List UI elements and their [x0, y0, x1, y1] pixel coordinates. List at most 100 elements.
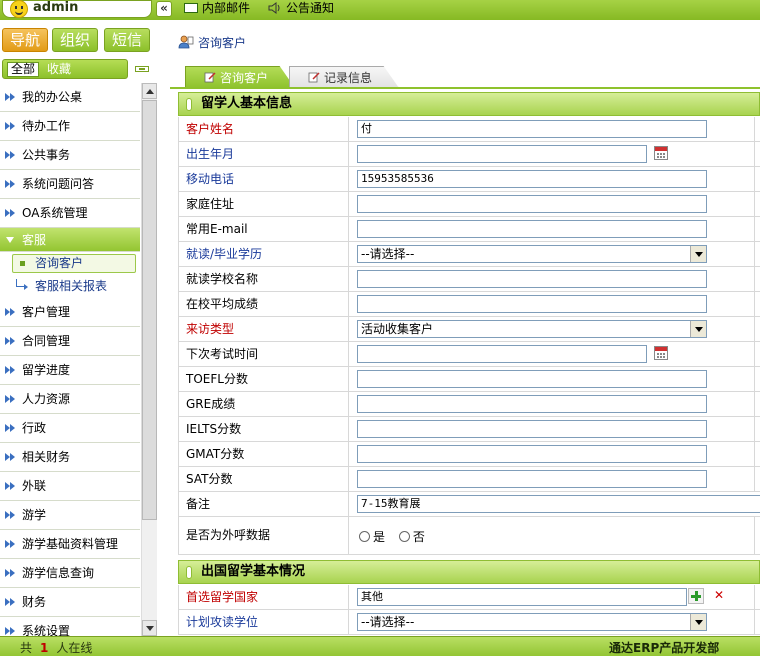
- field-label: 在校平均成绩: [179, 292, 349, 316]
- sidebar-item-study-tour-basics[interactable]: 游学基础资料管理: [0, 530, 140, 559]
- education-select[interactable]: --请选择--: [357, 245, 707, 263]
- online-number: 1: [40, 641, 49, 655]
- degree-select[interactable]: --请选择--: [357, 613, 707, 631]
- row-extra: [756, 167, 760, 191]
- sidebar-item-admin[interactable]: 行政: [0, 414, 140, 443]
- row-extra: [756, 217, 760, 241]
- sidebar-item-label: 游学信息查询: [22, 566, 95, 580]
- chevron-down-icon[interactable]: [690, 246, 706, 262]
- sidebar-item-my-desk[interactable]: 我的办公桌: [0, 83, 140, 112]
- field-label: GRE成绩: [179, 392, 349, 416]
- field-value-cell: 活动收集客户: [350, 317, 755, 341]
- speaker-icon: [268, 1, 280, 14]
- remark-input[interactable]: 7-15教育展: [357, 495, 760, 513]
- section-title: 出国留学基本情况: [201, 564, 306, 579]
- filter-all-button[interactable]: 全部: [7, 62, 40, 77]
- school-input[interactable]: [357, 270, 707, 288]
- mobile-input[interactable]: 15953585536: [357, 170, 707, 188]
- sidebar-scrollbar[interactable]: [141, 83, 157, 636]
- row-remark: 备注 7-15教育展: [178, 492, 760, 517]
- gpa-input[interactable]: [357, 295, 707, 313]
- field-label: 出生年月: [179, 142, 349, 166]
- sidebar-item-label: 人力资源: [22, 392, 71, 406]
- calendar-icon[interactable]: [654, 346, 668, 360]
- calendar-icon[interactable]: [654, 146, 668, 160]
- row-country: 首选留学国家 其他 ✕: [178, 585, 760, 610]
- collapse-sidebar-button[interactable]: «: [156, 1, 172, 17]
- field-label: 下次考试时间: [179, 342, 349, 366]
- row-extra: [756, 267, 760, 291]
- scroll-down-icon[interactable]: [142, 620, 157, 636]
- chevron-down-icon[interactable]: [690, 321, 706, 337]
- radio-yes[interactable]: [359, 531, 370, 542]
- tab-nav[interactable]: 导航: [2, 28, 48, 52]
- row-email: 常用E-mail: [178, 217, 760, 242]
- sidebar-item-finance-related[interactable]: 相关财务: [0, 443, 140, 472]
- tab-record-info[interactable]: 记录信息: [289, 66, 399, 88]
- field-value-cell: --请选择--: [350, 610, 755, 634]
- user-box[interactable]: admin: [2, 0, 152, 18]
- customer-name-input[interactable]: 付: [357, 120, 707, 138]
- sat-input[interactable]: [357, 470, 707, 488]
- sidebar-item-study-progress[interactable]: 留学进度: [0, 356, 140, 385]
- sidebar-item-oa-admin[interactable]: OA系统管理: [0, 199, 140, 228]
- notice-link[interactable]: 公告通知: [268, 0, 334, 18]
- row-next-exam: 下次考试时间: [178, 342, 760, 367]
- row-sat: SAT分数: [178, 467, 760, 492]
- sidebar-item-label: 游学: [22, 508, 47, 522]
- field-value-cell: [350, 417, 755, 441]
- sidebar-item-study-tour-query[interactable]: 游学信息查询: [0, 559, 140, 588]
- toefl-input[interactable]: [357, 370, 707, 388]
- sidebar-item-finance[interactable]: 财务: [0, 588, 140, 617]
- sidebar-item-label: 外联: [22, 479, 47, 493]
- sidebar-item-study-tour[interactable]: 游学: [0, 501, 140, 530]
- double-arrow-icon: [5, 122, 15, 131]
- field-value-cell: [350, 367, 755, 391]
- sidebar-item-label: 相关财务: [22, 450, 71, 464]
- ielts-input[interactable]: [357, 420, 707, 438]
- filter-favorites-button[interactable]: 收藏: [47, 62, 71, 76]
- radio-no[interactable]: [398, 531, 410, 542]
- gmat-input[interactable]: [357, 445, 707, 463]
- minus-icon[interactable]: [135, 66, 149, 72]
- sidebar-item-public-affairs[interactable]: 公共事务: [0, 141, 140, 170]
- double-arrow-icon: [5, 424, 15, 433]
- sidebar-subitem-consult-customer[interactable]: 咨询客户: [0, 252, 140, 275]
- tab-sms[interactable]: 短信: [104, 28, 150, 52]
- chevron-down-icon[interactable]: [690, 614, 706, 630]
- field-label: 来访类型: [179, 317, 349, 341]
- sidebar-item-liaison[interactable]: 外联: [0, 472, 140, 501]
- status-bar: 共 1 人在线 通达ERP产品开发部: [0, 636, 760, 656]
- select-value: --请选择--: [361, 615, 415, 629]
- field-value-cell: --请选择--: [350, 242, 755, 266]
- abroad-info-form: 首选留学国家 其他 ✕ 计划攻读学位 --请选择--: [178, 585, 760, 635]
- tab-consult-customer[interactable]: 咨询客户: [185, 66, 295, 88]
- basic-info-form: 客户姓名 付 出生年月 移动电话 15953585536 家庭住址 常用E-ma…: [178, 117, 760, 555]
- sidebar-item-hr[interactable]: 人力资源: [0, 385, 140, 414]
- internal-mail-link[interactable]: 内部邮件: [184, 0, 250, 18]
- birth-date-input[interactable]: [357, 145, 647, 163]
- sidebar-subitem-service-reports[interactable]: 客服相关报表: [0, 275, 140, 298]
- sidebar-group-customer-service[interactable]: 客服: [0, 228, 140, 252]
- section-marker-icon: [186, 98, 192, 111]
- sidebar-item-contracts[interactable]: 合同管理: [0, 327, 140, 356]
- gre-input[interactable]: [357, 395, 707, 413]
- address-input[interactable]: [357, 195, 707, 213]
- online-count[interactable]: 共 1 人在线: [20, 639, 92, 656]
- tab-org[interactable]: 组织: [52, 28, 98, 52]
- sidebar-item-system-qa[interactable]: 系统问题问答: [0, 170, 140, 199]
- sidebar-item-label: 游学基础资料管理: [22, 537, 119, 551]
- visit-type-select[interactable]: 活动收集客户: [357, 320, 707, 338]
- double-arrow-icon: [5, 627, 15, 636]
- sidebar-item-customers[interactable]: 客户管理: [0, 298, 140, 327]
- country-input[interactable]: 其他: [357, 588, 687, 606]
- sidebar-item-settings[interactable]: 系统设置: [0, 617, 140, 636]
- scroll-thumb[interactable]: [142, 100, 157, 520]
- double-arrow-icon: [5, 308, 15, 317]
- add-icon[interactable]: [688, 588, 704, 604]
- email-input[interactable]: [357, 220, 707, 238]
- sidebar-item-todo[interactable]: 待办工作: [0, 112, 140, 141]
- next-exam-input[interactable]: [357, 345, 647, 363]
- close-icon[interactable]: ✕: [713, 589, 725, 602]
- scroll-up-icon[interactable]: [142, 83, 157, 99]
